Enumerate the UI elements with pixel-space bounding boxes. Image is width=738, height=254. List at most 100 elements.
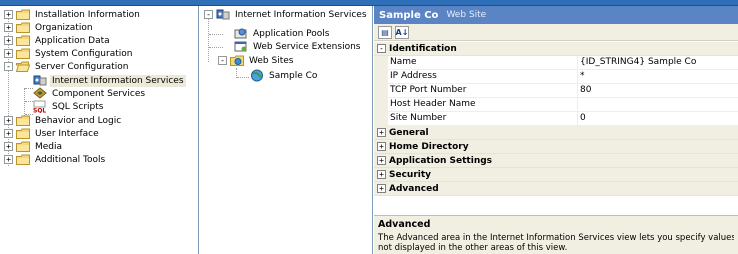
tree-item-label: Behavior and Logic [35,115,122,126]
svg-text:SQL: SQL [33,108,46,114]
expand-icon[interactable]: + [377,170,386,179]
property-name: TCP Port Number [388,84,578,97]
description-text-line-2: not displayed in the other areas of this… [378,243,568,253]
tree-item-web-service-extensions[interactable]: Web Service Extensions [234,40,362,53]
tree-item-organization[interactable]: + Organization [4,21,95,34]
category-identification[interactable]: - Identification [374,42,738,56]
property-panel: Sample Co Web Site ▤ A↓ - Identification… [374,6,738,254]
alphabetical-sort-button[interactable]: A↓ [395,25,409,39]
property-row-tcp-port[interactable]: TCP Port Number 80 [374,84,738,98]
category-label: Identification [389,43,457,54]
description-pane: Advanced The Advanced area in the Intern… [374,215,738,254]
tree-item-user-interface[interactable]: + User Interface [4,127,101,140]
folder-icon [16,154,30,165]
tree-item-internet-information-services[interactable]: Internet Information Services [33,74,186,87]
tree-item-iis-root[interactable]: - Internet Information Services [204,8,369,21]
tree-item-behavior-and-logic[interactable]: + Behavior and Logic [4,114,123,127]
property-row-site-number[interactable]: Site Number 0 [374,112,738,126]
tree-line [25,88,33,89]
tree-line [209,34,223,35]
expand-icon[interactable]: + [4,142,13,151]
property-row-name[interactable]: Name {ID_STRING4} Sample Co [374,56,738,70]
expand-icon[interactable]: + [377,128,386,137]
folder-icon [16,22,30,33]
folder-icon [16,115,30,126]
tree-item-installation-information[interactable]: + Installation Information [4,8,142,21]
web-service-extensions-icon [234,40,248,53]
tree-item-label: Media [35,141,63,152]
property-row-host-header[interactable]: Host Header Name [374,98,738,112]
tree-item-sql-scripts[interactable]: SQL SQL Scripts [33,100,105,113]
tree-line [25,101,33,102]
tree-item-label: Application Data [35,35,110,46]
tree-item-label: Internet Information Services [235,9,367,20]
expand-icon[interactable]: + [4,155,13,164]
tree-item-additional-tools[interactable]: + Additional Tools [4,153,107,166]
property-value[interactable]: 0 [578,112,738,125]
tree-item-web-sites[interactable]: - Web Sites [218,54,295,67]
open-folder-icon [16,61,30,72]
category-application-settings[interactable]: + Application Settings [374,154,738,168]
expand-icon[interactable]: + [377,156,386,165]
category-label: Application Settings [389,155,493,166]
expand-icon[interactable]: + [4,129,13,138]
expand-icon[interactable]: + [4,116,13,125]
tree-item-sample-co[interactable]: Sample Co [250,69,319,82]
tree-item-application-pools[interactable]: Application Pools [234,27,331,40]
property-value[interactable]: 80 [578,84,738,97]
expand-icon[interactable]: + [377,142,386,151]
tree-item-application-data[interactable]: + Application Data [4,34,112,47]
globe-icon [250,69,264,82]
tree-item-label: Web Service Extensions [253,41,361,52]
description-text-line-1: The Advanced area in the Internet Inform… [378,233,734,243]
category-general[interactable]: + General [374,126,738,140]
collapse-icon[interactable]: - [218,56,227,65]
property-value[interactable]: {ID_STRING4} Sample Co [578,56,738,69]
expand-icon[interactable]: + [4,49,13,58]
tree-item-server-configuration[interactable]: - Server Configuration [4,60,130,73]
category-home-directory[interactable]: + Home Directory [374,140,738,154]
category-advanced[interactable]: + Advanced [374,182,738,196]
application-pools-icon [234,27,248,40]
folder-icon [16,48,30,59]
tree-item-label: Application Pools [253,28,330,39]
folder-icon [16,35,30,46]
property-value[interactable] [578,98,738,111]
tree-item-label: SQL Scripts [52,101,104,112]
tree-item-label: Additional Tools [35,154,106,165]
tree-item-component-services[interactable]: Component Services [33,87,147,100]
property-name: Name [388,56,578,69]
property-value[interactable]: * [578,70,738,83]
expand-icon[interactable]: + [4,23,13,32]
panel-subtitle: Web Site [446,10,487,20]
collapse-icon[interactable]: - [204,10,213,19]
folder-icon [16,9,30,20]
expand-icon[interactable]: + [4,36,13,45]
tree-item-label: System Configuration [35,48,133,59]
property-toolbar: ▤ A↓ [374,24,738,41]
iis-tree[interactable]: - Internet Information Services Applicat… [200,6,373,254]
tree-item-label: User Interface [35,128,99,139]
category-security[interactable]: + Security [374,168,738,182]
left-navigation-tree[interactable]: + Installation Information + Organizatio… [0,6,199,254]
category-label: Security [389,169,432,180]
tree-item-label: Installation Information [35,9,140,20]
folder-icon [16,141,30,152]
tree-line [209,47,223,48]
property-name: Host Header Name [388,98,578,111]
collapse-icon[interactable]: - [4,62,13,71]
tree-item-media[interactable]: + Media [4,140,64,153]
categorized-view-button[interactable]: ▤ [378,25,392,39]
iis-icon [33,74,47,87]
property-grid[interactable]: - Identification Name {ID_STRING4} Sampl… [374,42,738,196]
tree-line [237,77,249,78]
property-row-ip-address[interactable]: IP Address * [374,70,738,84]
category-label: Advanced [389,183,439,194]
expand-icon[interactable]: + [4,10,13,19]
tree-item-label: Component Services [52,88,146,99]
tree-item-label: Sample Co [269,70,318,81]
expand-icon[interactable]: + [377,184,386,193]
tree-item-system-configuration[interactable]: + System Configuration [4,47,134,60]
collapse-icon[interactable]: - [377,44,386,53]
description-title: Advanced [378,219,431,230]
